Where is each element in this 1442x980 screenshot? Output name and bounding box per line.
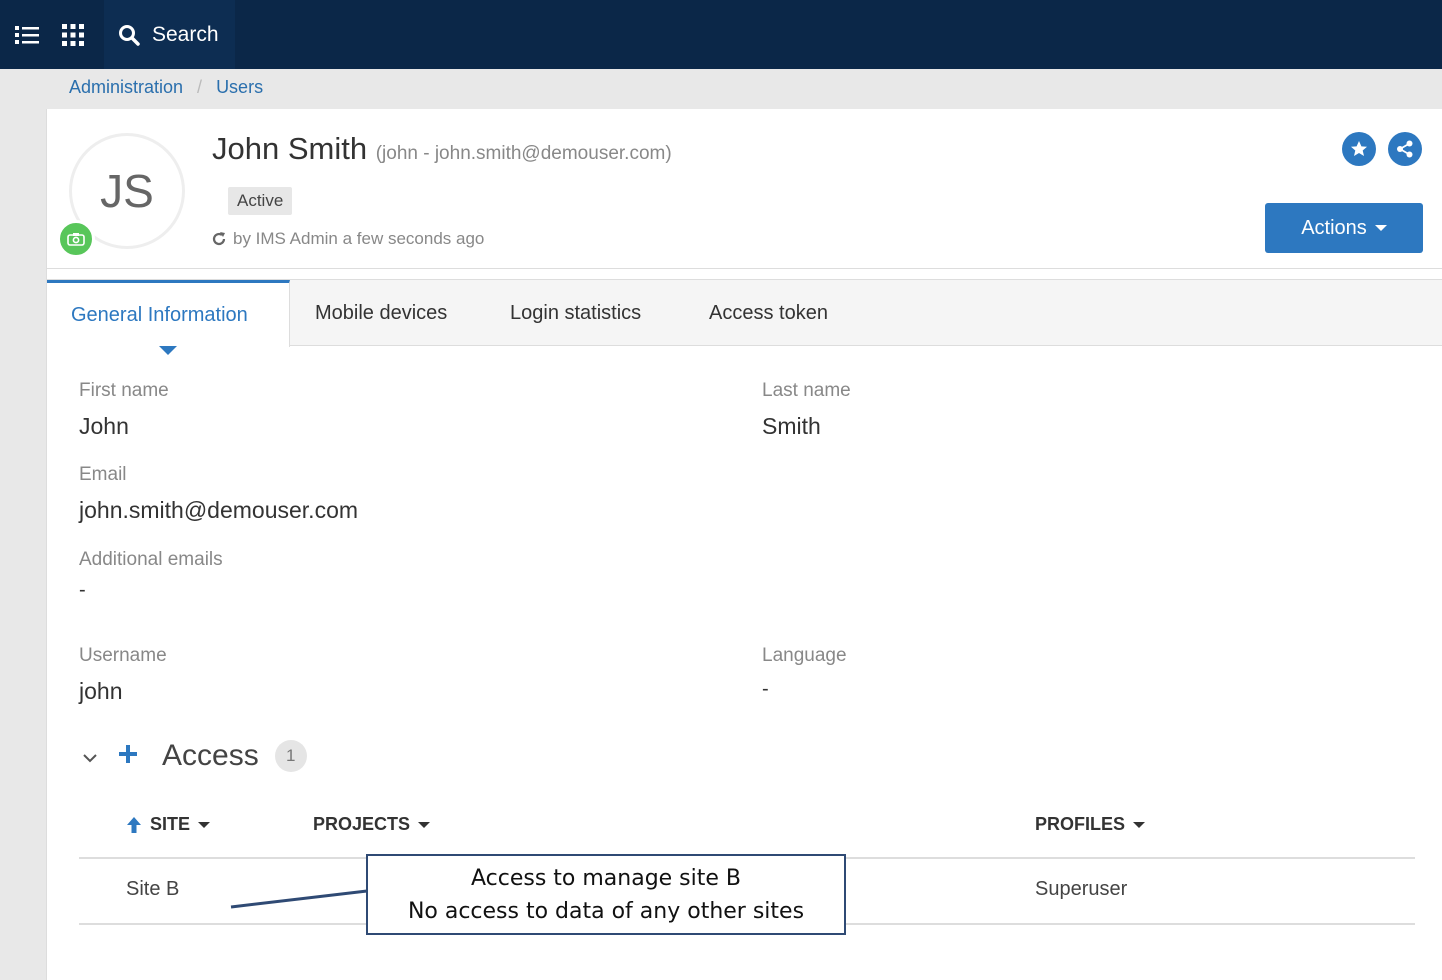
status-badge: Active — [228, 187, 293, 215]
profiles-header-label: PROFILES — [1035, 814, 1126, 834]
last-updated: by IMS Admin a few seconds ago — [211, 229, 484, 249]
additional-emails-label: Additional emails — [79, 549, 223, 570]
caret-down-icon — [418, 821, 431, 828]
caret-down-icon — [1133, 821, 1146, 828]
email-value: john.smith@demouser.com — [79, 497, 359, 523]
callout-line-1: Access to manage site B — [470, 865, 742, 891]
last-name-value: Smith — [762, 413, 821, 439]
collapse-chevron-icon[interactable] — [82, 750, 98, 768]
breadcrumb-users[interactable]: Users — [216, 77, 263, 98]
user-header: JS John Smith (john - john.smith@demouse… — [47, 109, 1442, 269]
site-cell: Site B — [126, 878, 180, 900]
language-value: - — [762, 678, 769, 700]
access-section-title: Access 1 — [162, 739, 307, 773]
site-header-label: SITE — [150, 814, 191, 834]
last-updated-text: by IMS Admin a few seconds ago — [233, 229, 485, 248]
refresh-icon — [212, 232, 226, 246]
breadcrumb: Administration / Users — [69, 77, 263, 98]
user-detail-card: JS John Smith (john - john.smith@demouse… — [46, 109, 1442, 980]
favorite-star-icon[interactable] — [1342, 132, 1376, 166]
tab-bar: General Information Mobile devices Login… — [47, 279, 1442, 355]
page-title: John Smith (john - john.smith@demouser.c… — [212, 131, 672, 167]
actions-dropdown-button[interactable]: Actions — [1265, 203, 1423, 253]
column-header-site[interactable]: SITE — [126, 814, 211, 835]
sort-up-arrow-icon — [127, 816, 141, 833]
camera-icon[interactable] — [57, 220, 95, 258]
access-title-text: Access — [162, 739, 259, 772]
tab-general-information[interactable]: General Information — [47, 280, 290, 347]
tab-mobile-devices[interactable]: Mobile devices — [315, 280, 447, 346]
tab-login-statistics[interactable]: Login statistics — [510, 280, 641, 346]
share-icon[interactable] — [1388, 132, 1422, 166]
language-label: Language — [762, 645, 847, 666]
username-label: Username — [79, 645, 167, 666]
active-tab-pointer — [159, 346, 177, 355]
projects-header-label: PROJECTS — [313, 814, 411, 834]
caret-down-icon — [198, 821, 211, 828]
breadcrumb-administration[interactable]: Administration — [69, 77, 183, 98]
username-value: john — [79, 678, 123, 704]
caret-down-icon — [1374, 225, 1387, 231]
user-subtitle: (john - john.smith@demouser.com) — [375, 143, 672, 164]
user-name: John Smith — [212, 131, 368, 166]
column-header-projects[interactable]: PROJECTS — [313, 814, 431, 835]
top-navigation-bar: Search — [0, 0, 1442, 69]
access-count-badge: 1 — [274, 740, 307, 772]
last-name-label: Last name — [762, 380, 851, 401]
list-menu-icon[interactable] — [4, 0, 50, 69]
first-name-value: John — [79, 413, 129, 439]
additional-emails-value: - — [79, 579, 86, 601]
search-button[interactable]: Search — [104, 0, 235, 69]
first-name-label: First name — [79, 380, 169, 401]
column-header-profiles[interactable]: PROFILES — [1035, 814, 1146, 835]
callout-line-2: No access to data of any other sites — [407, 898, 805, 924]
actions-label: Actions — [1301, 216, 1367, 239]
breadcrumb-separator: / — [197, 77, 203, 97]
tab-access-token[interactable]: Access token — [709, 280, 828, 346]
apps-grid-icon[interactable] — [50, 0, 96, 69]
email-label: Email — [79, 464, 127, 485]
search-icon — [119, 24, 140, 46]
annotation-callout: Access to manage site B No access to dat… — [366, 854, 846, 935]
search-label: Search — [152, 22, 219, 46]
add-access-icon[interactable] — [119, 745, 137, 768]
profiles-cell: Superuser — [1035, 878, 1128, 900]
